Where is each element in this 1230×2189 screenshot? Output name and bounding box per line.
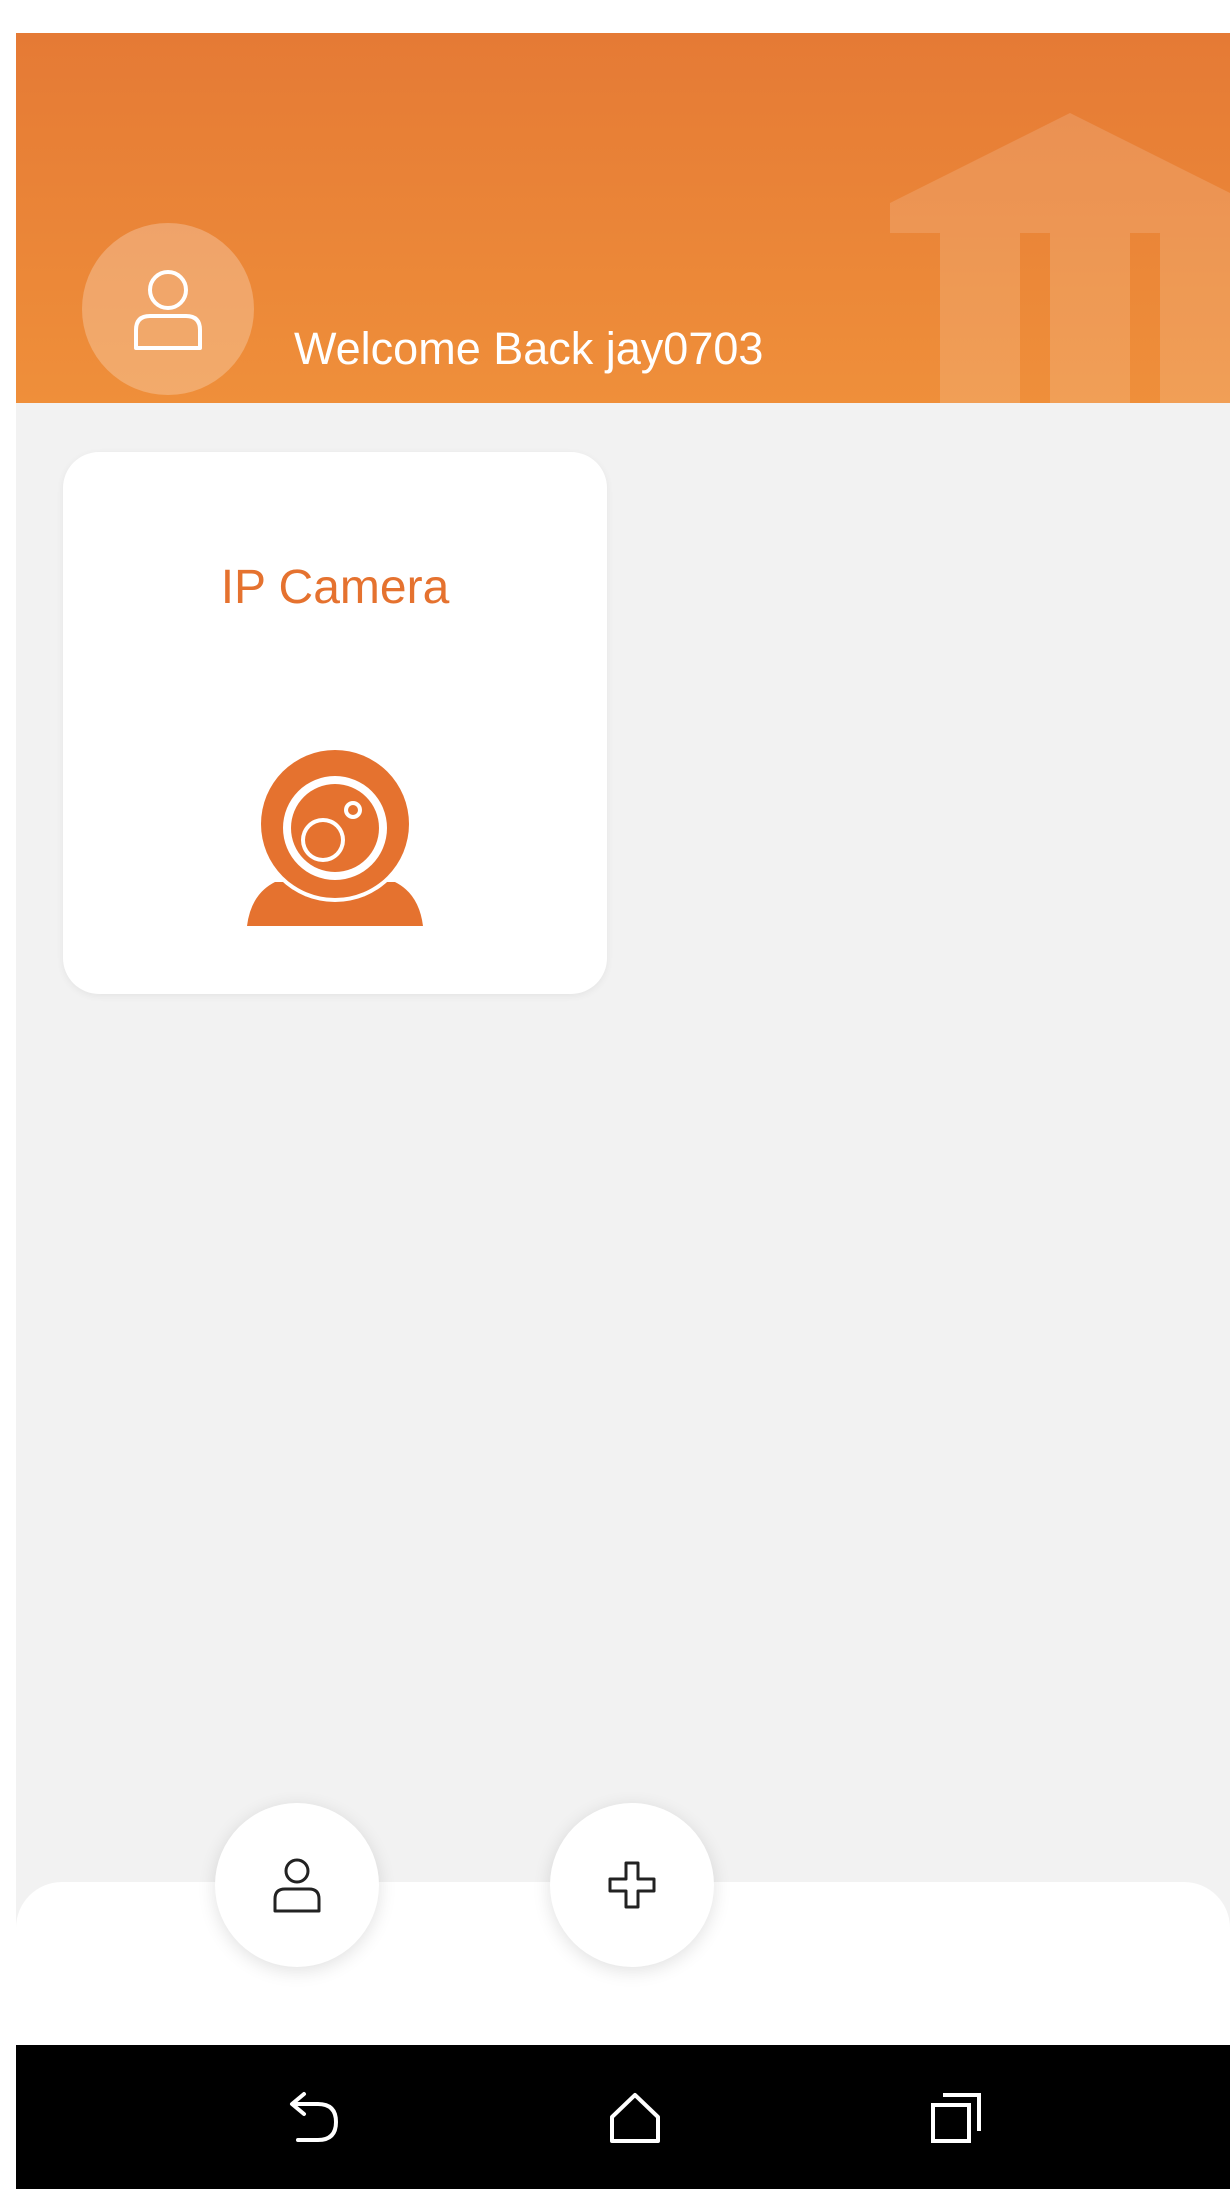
recent-apps-button[interactable] <box>911 2073 1001 2163</box>
home-icon <box>610 2093 660 2143</box>
back-button[interactable] <box>269 2073 359 2163</box>
profile-button[interactable] <box>215 1803 379 1967</box>
welcome-text: Welcome Back jay0703 <box>294 323 764 374</box>
house-logo-icon <box>890 113 1230 403</box>
webcam-icon <box>247 746 423 926</box>
add-device-button[interactable] <box>550 1803 714 1967</box>
app-screen: Welcome Back jay0703 IP Camera <box>16 33 1230 2189</box>
device-card-label: IP Camera <box>220 561 450 614</box>
home-button[interactable] <box>590 2073 680 2163</box>
device-card-ip-camera[interactable]: IP Camera <box>63 452 607 994</box>
header: Welcome Back jay0703 <box>16 33 1230 403</box>
recent-apps-icon <box>931 2093 981 2143</box>
back-icon <box>290 2092 339 2142</box>
user-icon <box>273 1858 321 1913</box>
system-navigation-bar <box>16 2045 1230 2189</box>
user-icon <box>134 270 202 350</box>
avatar[interactable] <box>82 223 254 395</box>
plus-icon <box>608 1861 656 1909</box>
